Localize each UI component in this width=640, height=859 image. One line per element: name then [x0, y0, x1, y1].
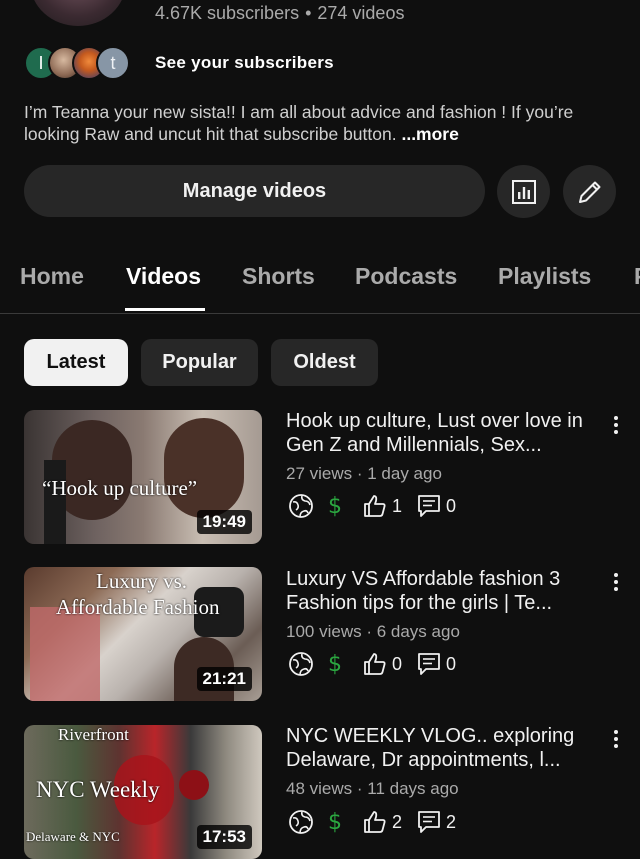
- channel-stats: 4.67K subscribers • 274 videos: [155, 3, 404, 24]
- thumbnail-collage-item: [30, 607, 100, 701]
- thumbnail-caption: Luxury vs.: [96, 569, 187, 593]
- video-meta: 100 views · 6 days ago: [286, 622, 460, 642]
- video-stats: $ 0 0: [286, 648, 468, 680]
- video-title[interactable]: Hook up culture, Lust over love in Gen Z…: [286, 409, 606, 457]
- video-meta: 27 views · 1 day ago: [286, 464, 442, 484]
- tab-podcasts[interactable]: Podcasts: [355, 263, 457, 290]
- pencil-icon: [578, 181, 600, 203]
- meta-separator: ·: [352, 779, 368, 798]
- video-title[interactable]: Luxury VS Affordable fashion 3 Fashion t…: [286, 567, 606, 615]
- tab-shorts[interactable]: Shorts: [242, 263, 315, 290]
- thumbnail-caption: Delaware & NYC: [26, 829, 120, 844]
- subscriber-count: 4.67K subscribers: [155, 3, 300, 23]
- meta-separator: ·: [352, 464, 368, 483]
- thumbnail-caption: “Hook up culture”: [42, 476, 198, 500]
- comment-count: 0: [446, 653, 457, 674]
- more-options-icon[interactable]: [610, 413, 622, 437]
- edit-channel-button[interactable]: [563, 165, 616, 218]
- monetization-icon: $: [328, 493, 342, 519]
- stats-separator: •: [305, 3, 312, 23]
- tab-playlists[interactable]: Playlists: [498, 263, 591, 290]
- video-stats: $ 1 0: [286, 490, 468, 522]
- thumbs-up-icon: [360, 491, 390, 521]
- see-subscribers-link[interactable]: See your subscribers: [155, 53, 334, 73]
- thumbnail-caption: Affordable Fashion: [56, 595, 220, 619]
- active-tab-indicator: [125, 308, 205, 311]
- video-thumbnail[interactable]: “Hook up culture” 19:49: [24, 410, 262, 544]
- like-count: 2: [392, 811, 403, 832]
- video-thumbnail[interactable]: Luxury vs. Affordable Fashion 21:21: [24, 567, 262, 701]
- like-count: 0: [392, 653, 403, 674]
- analytics-icon: [511, 179, 536, 204]
- channel-description[interactable]: I’m Teanna your new sista!! I am all abo…: [24, 101, 624, 145]
- visibility-icon: [286, 491, 316, 521]
- more-options-icon[interactable]: [610, 727, 622, 751]
- video-duration: 19:49: [196, 510, 252, 534]
- filter-oldest[interactable]: Oldest: [271, 339, 378, 386]
- video-stats: $ 2 2: [286, 806, 468, 838]
- thumbnail-caption: Riverfront: [58, 725, 129, 744]
- channel-tabs: Home Videos Shorts Podcasts Playlists P: [0, 255, 640, 314]
- thumbs-up-icon: [360, 807, 390, 837]
- visibility-icon: [286, 807, 316, 837]
- comment-icon: [414, 649, 444, 679]
- filter-popular[interactable]: Popular: [141, 339, 258, 386]
- view-count: 27 views: [286, 464, 353, 483]
- like-count: 1: [392, 495, 403, 516]
- subscriber-avatar: t: [96, 46, 130, 80]
- analytics-button[interactable]: [497, 165, 550, 218]
- filter-latest[interactable]: Latest: [24, 339, 128, 386]
- video-title[interactable]: NYC WEEKLY VLOG.. exploring Delaware, Dr…: [286, 724, 606, 772]
- video-thumbnail[interactable]: Riverfront NYC Weekly Delaware & NYC 17:…: [24, 725, 262, 859]
- monetization-icon: $: [328, 651, 342, 677]
- channel-avatar[interactable]: [30, 0, 126, 26]
- thumbnail-fruit: [179, 770, 209, 800]
- tab-videos[interactable]: Videos: [126, 263, 201, 290]
- description-text: I’m Teanna your new sista!! I am all abo…: [24, 102, 574, 144]
- thumbs-up-icon: [360, 649, 390, 679]
- tab-posts[interactable]: P: [634, 263, 640, 290]
- view-count: 100 views: [286, 622, 362, 641]
- comment-count: 2: [446, 811, 457, 832]
- more-link[interactable]: ...more: [401, 124, 458, 144]
- video-duration: 21:21: [196, 667, 252, 691]
- comment-icon: [414, 807, 444, 837]
- view-count: 48 views: [286, 779, 353, 798]
- video-duration: 17:53: [196, 825, 252, 849]
- comment-icon: [414, 491, 444, 521]
- video-meta: 48 views · 11 days ago: [286, 779, 459, 799]
- upload-age: 6 days ago: [376, 622, 460, 641]
- upload-age: 11 days ago: [367, 779, 459, 798]
- microphone-shape: [44, 460, 66, 544]
- monetization-icon: $: [328, 809, 342, 835]
- comment-count: 0: [446, 495, 457, 516]
- tab-home[interactable]: Home: [20, 263, 84, 290]
- video-count: 274 videos: [317, 3, 405, 23]
- thumbnail-person: [164, 418, 244, 518]
- thumbnail-caption: NYC Weekly: [36, 777, 160, 802]
- subscriber-avatars[interactable]: I t: [24, 44, 130, 82]
- manage-videos-button[interactable]: Manage videos: [24, 165, 485, 217]
- upload-age: 1 day ago: [367, 464, 442, 483]
- visibility-icon: [286, 649, 316, 679]
- meta-separator: ·: [361, 622, 377, 641]
- more-options-icon[interactable]: [610, 570, 622, 594]
